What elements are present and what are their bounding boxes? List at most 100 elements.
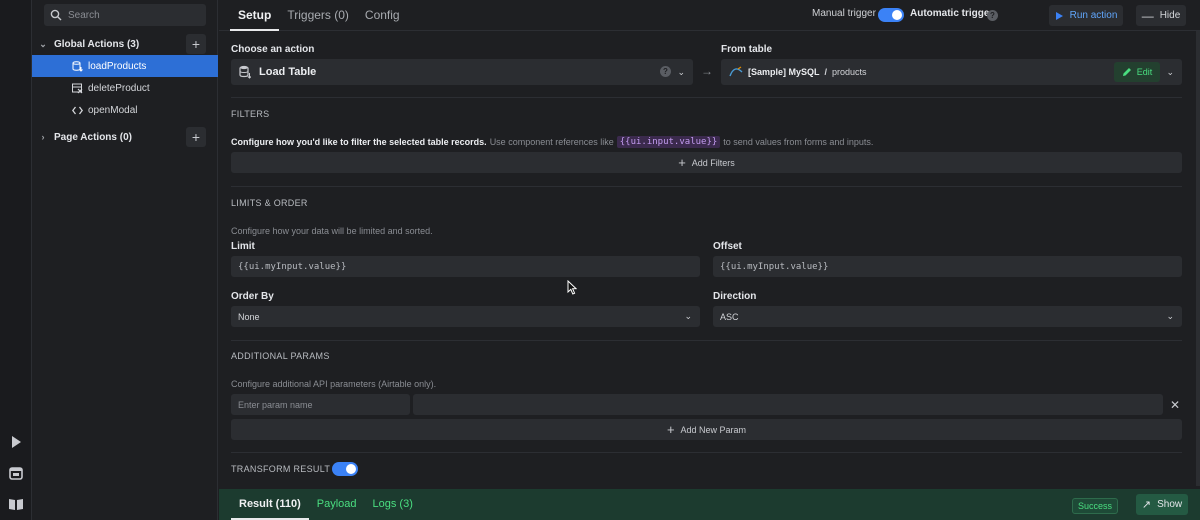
order-by-label: Order By xyxy=(231,291,274,302)
search-icon xyxy=(50,9,62,21)
param-name-placeholder: Enter param name xyxy=(238,399,313,410)
play-icon xyxy=(1055,11,1063,20)
tab-triggers[interactable]: Triggers (0) xyxy=(279,0,357,31)
chevron-down-icon[interactable]: ⌄ xyxy=(1166,67,1174,78)
tab-payload[interactable]: Payload xyxy=(309,489,365,520)
chevron-down-icon: ⌄ xyxy=(684,311,692,321)
chevron-down-icon: ⌄ xyxy=(1166,311,1174,321)
sidebar-item-loadproducts[interactable]: loadProducts xyxy=(32,55,218,77)
limit-label: Limit xyxy=(231,241,255,252)
order-by-select[interactable]: None ⌄ xyxy=(231,306,700,327)
trigger-mode-toggle[interactable] xyxy=(878,8,904,22)
transform-heading: TRANSFORM RESULT xyxy=(231,464,331,474)
limits-description: Configure how your data will be limited … xyxy=(231,226,433,236)
close-icon[interactable]: ✕ xyxy=(1170,398,1180,412)
edit-label: Edit xyxy=(1136,67,1153,77)
help-icon[interactable]: ? xyxy=(987,10,998,21)
chevron-down-icon: ⌄ xyxy=(39,38,47,49)
manual-trigger-label: Manual trigger xyxy=(812,8,876,19)
sidebar-item-label: loadProducts xyxy=(88,60,147,72)
sidebar-item-openmodal[interactable]: openModal xyxy=(32,99,218,121)
code-icon xyxy=(72,106,83,114)
result-panel-bar: Result (110) Payload Logs (3) Success ↗ … xyxy=(219,489,1200,520)
hide-button[interactable]: — Hide xyxy=(1136,5,1186,26)
choose-action-label: Choose an action xyxy=(231,44,315,55)
add-param-button[interactable]: + Add New Param xyxy=(231,419,1182,440)
action-type-select[interactable]: Load Table ? ⌄ xyxy=(231,59,693,85)
minus-icon: — xyxy=(1141,8,1154,23)
plus-icon: + xyxy=(666,422,675,437)
run-action-button[interactable]: Run action xyxy=(1049,5,1123,26)
play-icon[interactable] xyxy=(8,434,24,450)
tab-config[interactable]: Config xyxy=(357,0,408,31)
help-icon[interactable]: ? xyxy=(660,66,671,77)
from-table-select[interactable]: [Sample] MySQL / products Edit ⌄ xyxy=(721,59,1182,85)
global-actions-section[interactable]: ⌄ Global Actions (3) + xyxy=(32,33,218,55)
show-label: Show xyxy=(1157,499,1183,510)
params-heading: ADDITIONAL PARAMS xyxy=(231,351,330,361)
add-param-label: Add New Param xyxy=(680,424,747,435)
arrow-right-icon: → xyxy=(701,64,713,78)
param-name-input[interactable]: Enter param name xyxy=(231,394,410,415)
status-badge: Success xyxy=(1071,498,1118,514)
param-value-input[interactable] xyxy=(413,394,1163,415)
plus-icon: + xyxy=(678,155,686,170)
path-separator: / xyxy=(824,67,828,77)
edit-table-button[interactable]: Edit xyxy=(1114,62,1160,82)
chevron-right-icon: › xyxy=(41,132,45,142)
page-actions-label: Page Actions (0) xyxy=(54,131,132,143)
tab-result[interactable]: Result (110) xyxy=(231,489,309,520)
table-name: products xyxy=(832,67,867,77)
database-icon xyxy=(239,65,251,79)
pencil-icon xyxy=(1122,68,1131,76)
run-action-label: Run action xyxy=(1069,10,1118,21)
selected-action: Load Table xyxy=(259,66,317,78)
editor-topbar: Setup Triggers (0) Config Manual trigger… xyxy=(219,0,1200,31)
expand-arrow-icon: ↗ xyxy=(1141,499,1152,511)
divider xyxy=(231,452,1182,453)
table-load-icon xyxy=(72,60,83,72)
book-icon[interactable] xyxy=(8,496,24,512)
filters-desc-pre: Use component references like xyxy=(489,137,614,147)
filters-desc-post: to send values from forms and inputs. xyxy=(723,137,874,147)
add-page-action-button[interactable]: + xyxy=(186,127,206,147)
divider xyxy=(231,340,1182,341)
params-description: Configure additional API parameters (Air… xyxy=(231,379,437,389)
global-actions-label: Global Actions (3) xyxy=(54,38,140,50)
add-global-action-button[interactable]: + xyxy=(186,34,206,54)
limit-placeholder: {{ui.myInput.value}} xyxy=(238,261,347,272)
from-table-label: From table xyxy=(721,44,773,55)
scrollbar[interactable] xyxy=(1196,31,1200,486)
filters-heading: FILTERS xyxy=(231,109,270,119)
sidebar-item-deleteproduct[interactable]: deleteProduct xyxy=(32,77,218,99)
mysql-icon xyxy=(729,66,743,77)
divider xyxy=(231,97,1182,98)
datasource-name: [Sample] MySQL xyxy=(748,67,820,77)
divider xyxy=(231,186,1182,187)
direction-label: Direction xyxy=(713,291,757,302)
search-placeholder: Search xyxy=(68,9,100,21)
search-input[interactable]: Search xyxy=(44,4,206,26)
filters-desc-bold: Configure how you'd like to filter the s… xyxy=(231,137,487,147)
show-button[interactable]: ↗ Show xyxy=(1136,494,1188,515)
automatic-trigger-label: Automatic trigger xyxy=(910,8,994,19)
sidebar-item-label: openModal xyxy=(88,104,138,116)
hide-label: Hide xyxy=(1159,10,1181,21)
sidebar-item-label: deleteProduct xyxy=(88,82,150,94)
tab-logs[interactable]: Logs (3) xyxy=(365,489,421,520)
direction-select[interactable]: ASC ⌄ xyxy=(713,306,1182,327)
add-filters-label: Add Filters xyxy=(691,157,735,168)
limit-input[interactable]: {{ui.myInput.value}} xyxy=(231,256,700,277)
offset-input[interactable]: {{ui.myInput.value}} xyxy=(713,256,1182,277)
add-filters-button[interactable]: + Add Filters xyxy=(231,152,1182,173)
left-rail xyxy=(0,0,32,520)
tab-setup[interactable]: Setup xyxy=(230,0,280,31)
transform-toggle[interactable] xyxy=(332,462,358,476)
page-actions-section[interactable]: › Page Actions (0) + xyxy=(32,126,218,148)
chevron-down-icon: ⌄ xyxy=(677,66,685,77)
offset-label: Offset xyxy=(713,241,742,252)
mouse-cursor-icon xyxy=(567,280,577,295)
actions-sidebar: Search ⌄ Global Actions (3) + loadProduc… xyxy=(32,0,218,520)
direction-value: ASC xyxy=(720,311,739,322)
calendar-icon[interactable] xyxy=(8,465,24,481)
